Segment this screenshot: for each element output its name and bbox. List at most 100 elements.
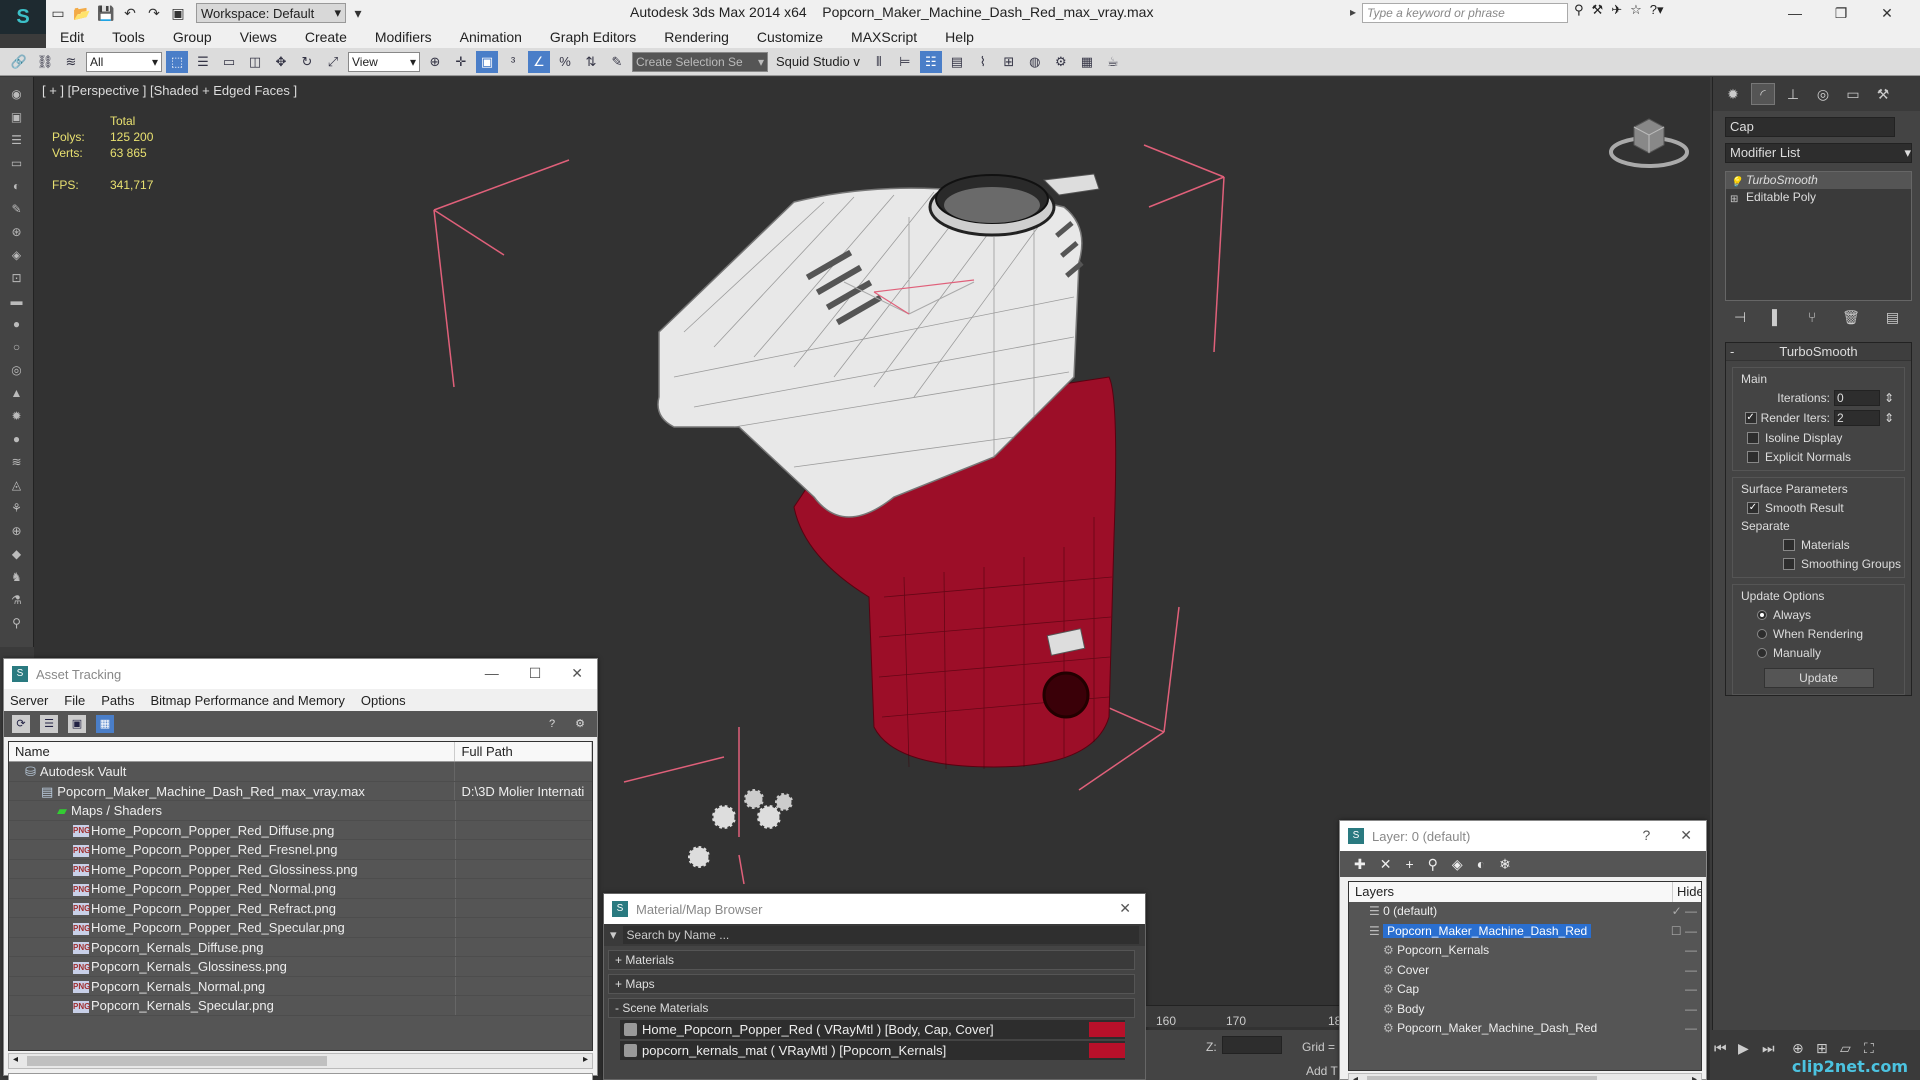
field-of-view-icon[interactable]: ▱	[1840, 1040, 1851, 1057]
expand-plus-icon[interactable]: ⊞	[1730, 191, 1740, 205]
table-row[interactable]: PNGHome_Popcorn_Popper_Red_Diffuse.png	[9, 820, 592, 840]
pin-stack-icon[interactable]: ⊣	[1734, 309, 1746, 326]
when-rendering-radio[interactable]	[1757, 629, 1767, 639]
freeze-unfreeze-all-icon[interactable]: ❄	[1499, 856, 1511, 873]
delete-layer-icon[interactable]: ✕	[1380, 856, 1392, 873]
remove-modifier-icon[interactable]: 🗑	[1842, 309, 1860, 326]
hide-toggle[interactable]: ―	[1685, 980, 1697, 999]
search-expand-icon[interactable]: ▸	[1350, 5, 1356, 19]
layer-row[interactable]: ⚙ Body ―	[1349, 1000, 1701, 1020]
strip-tool-icon[interactable]: ●	[7, 430, 27, 449]
maximize-button[interactable]: ☐	[529, 665, 542, 682]
show-end-result-icon[interactable]: ▌	[1772, 309, 1782, 326]
zoom-extents-icon[interactable]: ⊞	[1816, 1040, 1828, 1057]
refresh-icon[interactable]: ⟳	[12, 715, 30, 733]
menu-help[interactable]: Help	[931, 29, 988, 45]
table-row[interactable]: PNGPopcorn_Kernals_Glossiness.png	[9, 957, 592, 977]
material-search-input[interactable]: Search by Name ...	[622, 926, 1139, 944]
layer-row[interactable]: ☰ Popcorn_Maker_Machine_Dash_Red ☐ ―	[1349, 922, 1701, 942]
strip-tool-icon[interactable]: ⚘	[7, 499, 27, 518]
menu-tools[interactable]: Tools	[98, 29, 159, 45]
material-editor-icon[interactable]: ◍	[1024, 51, 1046, 73]
move-icon[interactable]: ✥	[270, 51, 292, 73]
help-icon[interactable]: ?	[543, 715, 561, 733]
table-row[interactable]: PNGPopcorn_Kernals_Diffuse.png	[9, 937, 592, 957]
modifier-list-dropdown[interactable]: Modifier List ▾	[1725, 143, 1912, 163]
asset-tracking-titlebar[interactable]: S Asset Tracking — ☐ ✕	[4, 659, 597, 689]
thumbnail-view-icon[interactable]: ▣	[68, 715, 86, 733]
project-folder-icon[interactable]: ▣	[166, 2, 190, 24]
scrollbar-thumb[interactable]	[1367, 1076, 1597, 1080]
layer-row[interactable]: ⚙ Cap ―	[1349, 980, 1701, 1000]
menu-create[interactable]: Create	[291, 29, 361, 45]
mirror-icon[interactable]: ⫴	[868, 51, 890, 73]
favorites-icon[interactable]: ☆	[1630, 2, 1642, 18]
menu-server[interactable]: Server	[10, 693, 48, 708]
strip-tool-icon[interactable]: ◆	[7, 545, 27, 564]
selection-filter-dropdown[interactable]: All ▾	[86, 51, 162, 72]
link-icon[interactable]: 🔗	[8, 51, 30, 73]
object-name-field[interactable]: Cap	[1725, 117, 1895, 137]
hide-unhide-all-icon[interactable]: ◐	[1477, 856, 1485, 872]
motion-tab-icon[interactable]: ◎	[1811, 83, 1835, 105]
render-iters-checkbox[interactable]: ✓	[1744, 412, 1757, 424]
spinner-snap-icon[interactable]: ⇅	[580, 51, 602, 73]
scale-icon[interactable]: ⤢	[322, 51, 344, 73]
strip-tool-icon[interactable]: ☰	[7, 131, 27, 150]
communication-icon[interactable]: ✈	[1611, 2, 1622, 18]
menu-options[interactable]: Options	[361, 693, 406, 708]
menu-file[interactable]: File	[64, 693, 85, 708]
scroll-right-icon[interactable]: ▸	[583, 1054, 588, 1065]
smoothing-groups-checkbox[interactable]	[1783, 558, 1795, 570]
layer-row[interactable]: ⚙ Popcorn_Kernals ―	[1349, 941, 1701, 961]
menu-maxscript[interactable]: MAXScript	[837, 29, 931, 45]
render-iters-spinner[interactable]: 2	[1833, 410, 1880, 426]
iterations-spinner[interactable]: 0	[1833, 390, 1880, 406]
minimize-button[interactable]: —	[485, 665, 499, 682]
strip-tool-icon[interactable]: ○	[7, 338, 27, 357]
materials-checkbox[interactable]	[1783, 539, 1795, 551]
materials-section[interactable]: + Materials	[608, 950, 1135, 970]
go-to-start-icon[interactable]: ⏮	[1714, 1040, 1727, 1057]
highlight-selected-icon[interactable]: ◈	[1452, 856, 1463, 873]
scroll-left-icon[interactable]: ◂	[1353, 1074, 1358, 1080]
spinner-arrows-icon[interactable]: ⇕	[1884, 391, 1894, 405]
make-unique-icon[interactable]: ⑂	[1808, 309, 1816, 326]
hide-toggle[interactable]: ―	[1685, 1019, 1697, 1038]
update-button[interactable]: Update	[1763, 668, 1874, 688]
list-view-icon[interactable]: ☰	[40, 715, 58, 733]
squid-studio-label[interactable]: Squid Studio v	[772, 54, 864, 69]
viewport-label[interactable]: [ + ] [Perspective ] [Shaded + Edged Fac…	[42, 83, 297, 98]
always-radio[interactable]	[1757, 610, 1767, 620]
material-browser-titlebar[interactable]: S Material/Map Browser ✕	[604, 894, 1145, 924]
play-icon[interactable]: ▶	[1738, 1040, 1749, 1057]
select-by-name-icon[interactable]: ☰	[192, 51, 214, 73]
hide-toggle[interactable]: ―	[1685, 941, 1697, 960]
modify-tab-icon[interactable]: ◜	[1751, 83, 1775, 105]
maps-section[interactable]: + Maps	[608, 974, 1135, 994]
explicit-normals-checkbox[interactable]	[1747, 451, 1759, 463]
app-logo-icon[interactable]: S	[0, 0, 46, 34]
workspace-dropdown[interactable]: Workspace: Default ▾	[196, 3, 346, 23]
layer-row[interactable]: ⚙ Cover ―	[1349, 961, 1701, 981]
curve-editor-icon[interactable]: ⌇	[972, 51, 994, 73]
stack-item-turbosmooth[interactable]: 💡 TurboSmooth	[1726, 172, 1911, 189]
table-row[interactable]: PNGPopcorn_Kernals_Specular.png	[9, 996, 592, 1016]
strip-tool-icon[interactable]: ◐	[7, 177, 27, 196]
menu-paths[interactable]: Paths	[101, 693, 134, 708]
viewcube-icon[interactable]	[1604, 107, 1694, 177]
quick-access-dropdown-icon[interactable]: ▾	[346, 2, 370, 24]
layer-manager-icon[interactable]: ☷	[919, 50, 942, 73]
strip-tool-icon[interactable]: ≋	[7, 453, 27, 472]
select-manipulate-icon[interactable]: ✛	[450, 51, 472, 73]
scroll-left-icon[interactable]: ◂	[13, 1054, 18, 1065]
minimize-button[interactable]: —	[1772, 2, 1818, 24]
scrollbar-thumb[interactable]	[27, 1056, 327, 1066]
hide-toggle[interactable]: ☐ ―	[1671, 922, 1697, 941]
subscription-icon[interactable]: ⚒	[1592, 2, 1604, 18]
strip-tool-icon[interactable]: ⊕	[7, 522, 27, 541]
table-row[interactable]: PNGPopcorn_Kernals_Normal.png	[9, 976, 592, 996]
keyboard-shortcut-override-icon[interactable]: ▣	[476, 50, 498, 73]
hierarchy-tab-icon[interactable]: ⊥	[1781, 83, 1805, 105]
select-objects-in-layer-icon[interactable]: ⚲	[1428, 856, 1438, 873]
